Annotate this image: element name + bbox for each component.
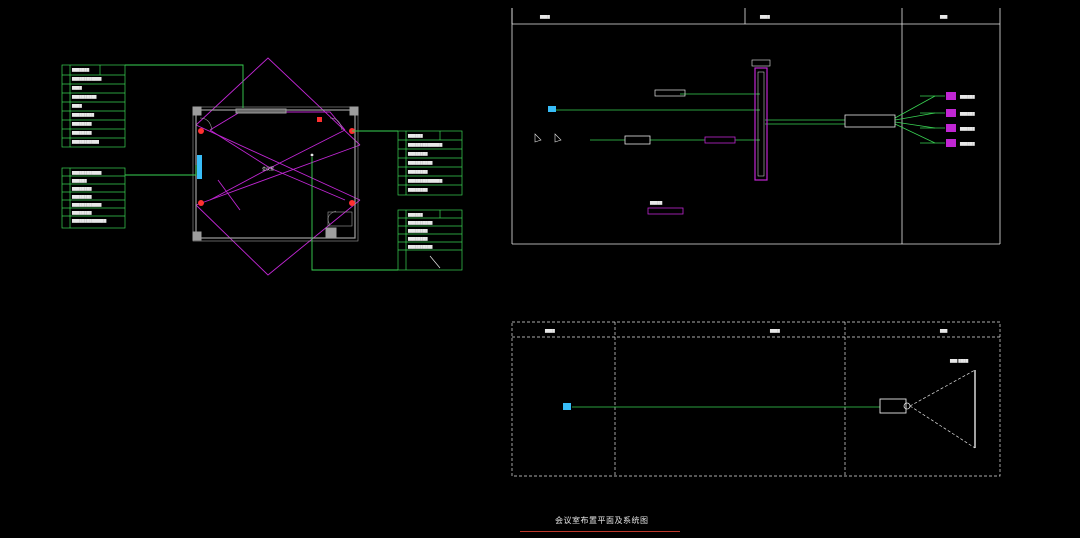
processor-icon [624,135,651,145]
svg-text:████████: ████████ [71,122,92,126]
control-host-icon [844,114,896,128]
svg-text:████████: ████████ [407,152,428,156]
floor-plan: 会议室 ███████ ████████████ ████ ██████████… [61,57,463,276]
zone-labels-bottom: ████ ████ ███ [544,329,948,333]
svg-text:████████████: ████████████ [71,171,102,175]
svg-text:████████████: ████████████ [71,77,102,81]
svg-text:████: ████ [71,104,82,108]
speaker-icon [349,200,355,206]
svg-text:██████: ██████ [407,213,423,217]
projector-icon [879,398,907,414]
svg-text:███: ███ [939,329,948,333]
drawing-title: 会议室布置平面及系统图 [555,516,649,525]
svg-text:██████: ██████ [959,112,975,116]
display-icon [946,109,956,117]
svg-text:█████████: █████████ [71,113,95,117]
zone-frame-bottom [511,321,1001,477]
svg-text:██████████: ██████████ [71,95,97,99]
svg-text:██████████████: ██████████████ [407,143,443,147]
system-diagram-bottom: ████ ████ ███ ███ ████ [511,321,1001,477]
room-label: 会议室 [262,165,274,171]
svg-text:████████: ████████ [71,187,92,191]
equipment-rack [751,59,771,181]
svg-text:██████: ██████ [959,95,975,99]
cad-drawing-canvas: 会议室 ███████ ████████████ ████ ██████████… [61,8,1001,477]
microphone-icon [534,133,562,143]
svg-text:██████████: ██████████ [407,245,433,249]
svg-text:████: ████ [544,329,555,333]
screen-label: ███ ████ [949,359,969,363]
system-diagram-top: ████ ████ ███ ██████ ██████ ██████ █████… [511,8,1001,245]
drawing-title-underline [520,531,680,532]
device-labels-top: ██████ ██████ ██████ ██████ █████ [649,95,975,205]
svg-text:██████: ██████ [407,134,423,138]
legend-table-speaker-text: ██████ ██████████████ ████████ █████████… [407,134,443,192]
switcher-icon [654,89,686,97]
svg-text:██████████████: ██████████████ [71,219,107,223]
svg-text:████████: ████████ [407,188,428,192]
svg-text:████████: ████████ [407,237,428,241]
ceiling-point-icon [310,153,314,157]
amplifier-icon [704,136,736,144]
svg-text:████: ████ [759,15,770,19]
svg-text:████: ████ [769,329,780,333]
projection-cone [909,369,976,449]
display-panel-icon [197,155,202,179]
svg-text:██████: ██████ [959,142,975,146]
svg-text:██████████: ██████████ [407,161,433,165]
projector-icon [317,117,322,122]
room-walls [192,106,359,242]
zone-frame-top [511,8,1001,245]
legend-table-projector-text: ██████ ██████████ ████████ ████████ ████… [407,213,433,249]
zone-labels-top: ████ ████ ███ [539,15,948,19]
legend-table-av-text: ███████ ████████████ ████ ██████████ ███… [71,68,102,144]
signal-wires-top [555,93,945,144]
svg-text:██████████: ██████████ [407,221,433,225]
svg-text:████████: ████████ [407,229,428,233]
keypad-icon [647,207,684,215]
svg-text:████████: ████████ [71,211,92,215]
svg-text:███████: ███████ [71,68,90,72]
svg-text:████: ████ [71,86,82,90]
svg-text:██████████████: ██████████████ [407,179,443,183]
svg-text:████████: ████████ [71,195,92,199]
legend-table-display-text: ████████████ ██████ ████████ ████████ ██… [71,171,107,223]
svg-text:███████████: ███████████ [71,140,100,144]
svg-text:████████: ████████ [71,131,92,135]
devices-top [534,89,956,215]
speaker-icon [198,128,204,134]
svg-text:████████: ████████ [407,170,428,174]
speaker-icon [198,200,204,206]
projector-lens-icon [903,402,911,410]
svg-text:████████████: ████████████ [71,203,102,207]
display-icon [946,124,956,132]
svg-text:████: ████ [539,15,550,19]
svg-text:██████: ██████ [71,179,87,183]
display-icon [946,92,956,100]
camera-icon [548,106,556,112]
svg-text:██████: ██████ [959,127,975,131]
coverage-lines [195,57,361,276]
display-icon [946,139,956,147]
video-source-icon [563,403,571,410]
svg-text:█████: █████ [649,201,663,205]
svg-text:███: ███ [939,15,948,19]
